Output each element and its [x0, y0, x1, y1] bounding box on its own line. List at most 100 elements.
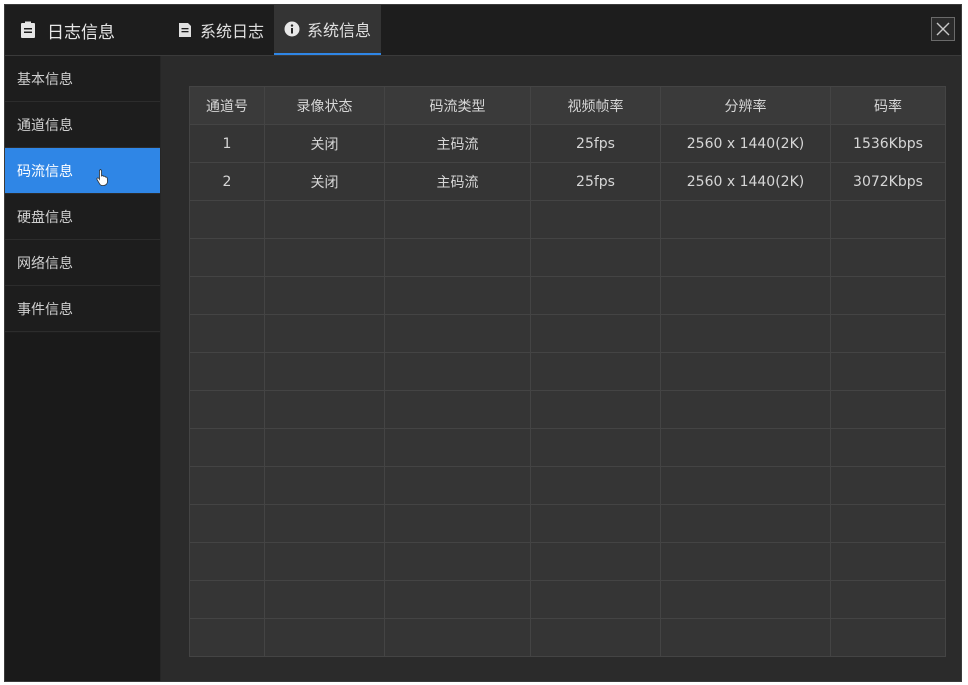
table-cell: [830, 200, 946, 239]
table-cell: [384, 276, 531, 315]
table-cell: [384, 618, 531, 657]
table-row[interactable]: 1 关闭 主码流 25fps 2560 x 1440(2K) 1536Kbps: [189, 124, 946, 163]
empty-table-row: [189, 618, 946, 657]
table-cell: [830, 238, 946, 277]
table-cell: [530, 428, 661, 467]
table-cell: [264, 428, 385, 467]
table-cell: [530, 466, 661, 505]
table-body: 1 关闭 主码流 25fps 2560 x 1440(2K) 1536Kbps …: [189, 124, 946, 657]
table-cell: [830, 580, 946, 619]
sidebar-item-label: 通道信息: [17, 117, 73, 134]
empty-table-row: [189, 390, 946, 429]
table-cell: [830, 390, 946, 429]
stream-info-table: 通道号 录像状态 码流类型 视频帧率 分辨率 码率 1 关闭 主码流 25fps…: [189, 86, 946, 657]
table-cell: [264, 466, 385, 505]
table-cell: [830, 504, 946, 543]
clipboard-icon: [21, 21, 35, 38]
table-cell: 3072Kbps: [830, 162, 946, 201]
table-cell: [384, 200, 531, 239]
table-cell: [830, 428, 946, 467]
system-info-dialog: 日志信息 系统日志 系统信息 基本信息 通道信息 码流信息 硬盘信息 网络信息 …: [4, 4, 962, 682]
table-cell: [264, 200, 385, 239]
table-cell: [660, 200, 831, 239]
tab-system-log[interactable]: 系统日志: [167, 5, 274, 55]
sidebar-item-stream-info[interactable]: 码流信息: [5, 148, 160, 194]
table-cell: [384, 542, 531, 581]
table-cell: [189, 542, 265, 581]
table-cell: [530, 390, 661, 429]
empty-table-row: [189, 542, 946, 581]
table-cell: [189, 352, 265, 391]
table-cell: [189, 314, 265, 353]
table-cell: [264, 352, 385, 391]
column-header: 分辨率: [660, 86, 831, 125]
table-cell: [264, 580, 385, 619]
table-cell: 2: [189, 162, 265, 201]
column-header: 录像状态: [264, 86, 385, 125]
empty-table-row: [189, 238, 946, 277]
table-cell: [660, 390, 831, 429]
table-cell: [530, 618, 661, 657]
table-cell: [530, 580, 661, 619]
table-cell: [264, 276, 385, 315]
table-cell: [189, 580, 265, 619]
close-button[interactable]: [931, 17, 955, 41]
table-cell: [189, 238, 265, 277]
table-cell: [189, 428, 265, 467]
table-cell: [530, 352, 661, 391]
tab-label: 系统信息: [307, 21, 372, 40]
table-cell: [660, 238, 831, 277]
empty-table-row: [189, 466, 946, 505]
table-cell: [189, 466, 265, 505]
table-cell: [189, 276, 265, 315]
table-cell: [189, 200, 265, 239]
empty-table-row: [189, 504, 946, 543]
tab-label: 系统日志: [200, 22, 265, 41]
table-cell: [660, 314, 831, 353]
table-cell: [830, 542, 946, 581]
sidebar-item-label: 硬盘信息: [17, 209, 73, 226]
table-row[interactable]: 2 关闭 主码流 25fps 2560 x 1440(2K) 3072Kbps: [189, 162, 946, 201]
table-cell: [264, 618, 385, 657]
table-cell: [530, 542, 661, 581]
sidebar-item-event-info[interactable]: 事件信息: [5, 286, 160, 332]
table-cell: 主码流: [384, 162, 531, 201]
hand-cursor-icon: [96, 169, 108, 186]
table-cell: [660, 276, 831, 315]
table-cell: 25fps: [530, 124, 661, 163]
document-icon: [179, 23, 191, 37]
sidebar-item-disk-info[interactable]: 硬盘信息: [5, 194, 160, 240]
title-bar: 日志信息 系统日志 系统信息: [5, 5, 961, 56]
table-cell: [660, 504, 831, 543]
table-cell: [660, 466, 831, 505]
sidebar-item-channel-info[interactable]: 通道信息: [5, 102, 160, 148]
close-icon: [936, 22, 950, 36]
table-cell: [530, 200, 661, 239]
empty-table-row: [189, 314, 946, 353]
table-cell: [189, 618, 265, 657]
empty-table-row: [189, 352, 946, 391]
sidebar-item-label: 码流信息: [17, 163, 73, 180]
table-cell: [384, 580, 531, 619]
table-cell: [384, 238, 531, 277]
column-header: 通道号: [189, 86, 265, 125]
table-cell: [660, 618, 831, 657]
table-cell: [384, 390, 531, 429]
tab-system-info[interactable]: 系统信息: [274, 5, 382, 55]
table-cell: 关闭: [264, 124, 385, 163]
empty-table-row: [189, 580, 946, 619]
sidebar-item-network-info[interactable]: 网络信息: [5, 240, 160, 286]
table-cell: [264, 542, 385, 581]
table-cell: 25fps: [530, 162, 661, 201]
table-cell: [660, 542, 831, 581]
table-cell: 1536Kbps: [830, 124, 946, 163]
table-cell: [189, 390, 265, 429]
sidebar-item-basic-info[interactable]: 基本信息: [5, 56, 160, 102]
table-cell: [264, 504, 385, 543]
sidebar-item-label: 基本信息: [17, 71, 73, 88]
content-panel: 通道号 录像状态 码流类型 视频帧率 分辨率 码率 1 关闭 主码流 25fps…: [161, 56, 961, 681]
table-cell: [830, 314, 946, 353]
table-cell: [660, 352, 831, 391]
table-cell: [189, 504, 265, 543]
table-cell: [660, 580, 831, 619]
